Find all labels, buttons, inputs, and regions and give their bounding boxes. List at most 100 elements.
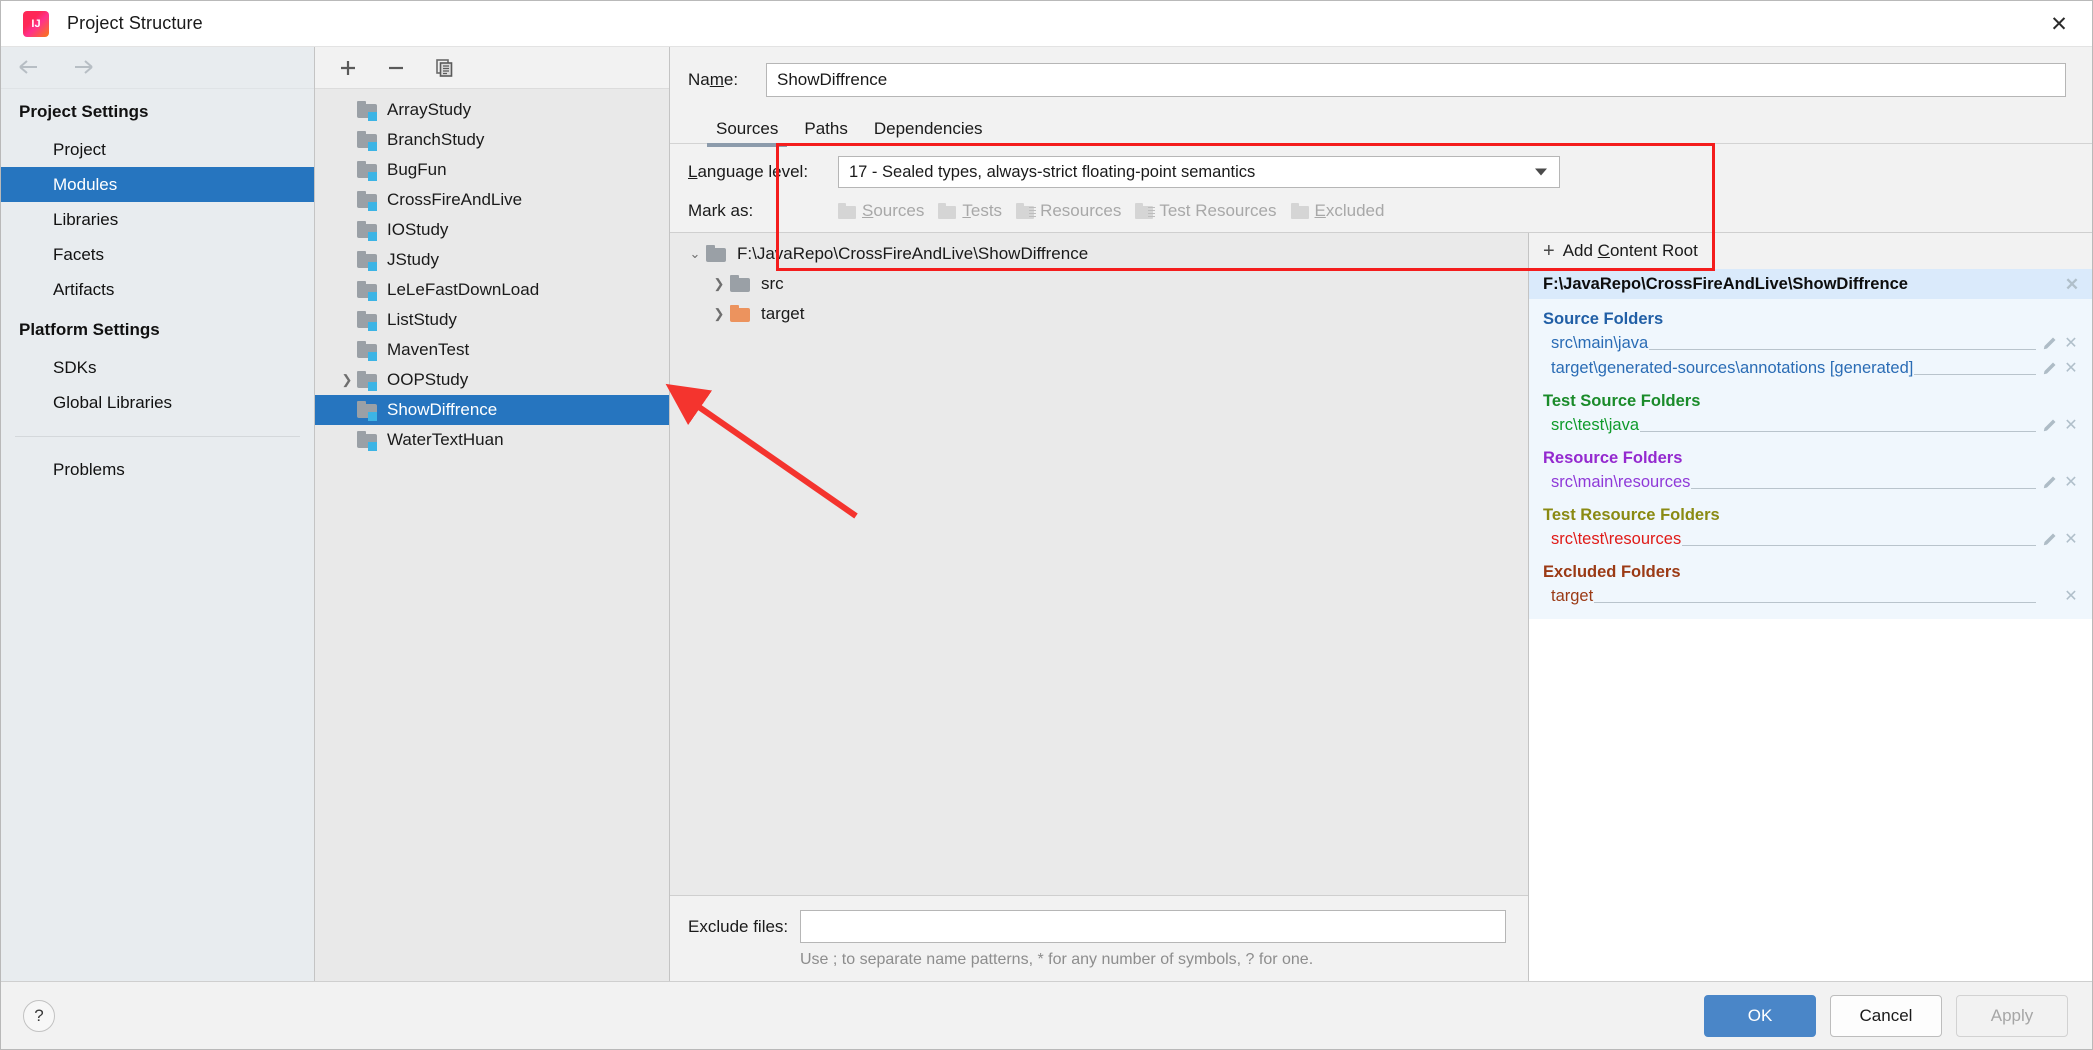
chevron-right-icon[interactable]: ❯: [337, 372, 357, 388]
pencil-icon[interactable]: [2038, 532, 2060, 547]
folder-excluded-icon: [730, 305, 752, 323]
cancel-button[interactable]: Cancel: [1830, 994, 1942, 1037]
sources-settings: Language level: 17 - Sealed types, alway…: [670, 144, 2092, 232]
tab-paths[interactable]: Paths: [791, 119, 860, 143]
folder-icon: [938, 202, 958, 220]
module-folder-icon: [357, 431, 379, 451]
list-item[interactable]: ❯ OOPStudy: [315, 365, 669, 395]
sidebar-navigation: [1, 47, 314, 89]
list-item[interactable]: CrossFireAndLive: [315, 185, 669, 215]
sidebar-item-artifacts[interactable]: Artifacts: [1, 272, 314, 307]
list-item[interactable]: LeLeFastDownLoad: [315, 275, 669, 305]
folder-path: src\test\java: [1551, 416, 1640, 434]
module-label: ListStudy: [387, 310, 457, 329]
close-icon[interactable]: ✕: [2060, 417, 2082, 434]
chevron-right-icon[interactable]: ❯: [708, 306, 730, 322]
sidebar-item-facets[interactable]: Facets: [1, 237, 314, 272]
mark-as-sources-button[interactable]: Sources: [838, 201, 924, 221]
mark-as-resources-button[interactable]: Resources: [1016, 201, 1121, 221]
module-label: WaterTextHuan: [387, 430, 504, 449]
help-button[interactable]: ?: [23, 999, 55, 1032]
close-icon[interactable]: ✕: [2060, 474, 2082, 491]
exclude-files-label: Exclude files:: [688, 916, 789, 936]
sidebar-item-modules[interactable]: Modules: [1, 167, 314, 202]
tab-dependencies[interactable]: Dependencies: [861, 119, 996, 143]
folder-tree-pane: ⌄ F:\JavaRepo\CrossFireAndLive\ShowDiffr…: [670, 233, 1529, 981]
sidebar-item-libraries[interactable]: Libraries: [1, 202, 314, 237]
mark-as-excluded-button[interactable]: Excluded: [1290, 201, 1385, 221]
module-label: BranchStudy: [387, 130, 485, 149]
close-icon[interactable]: ✕: [2060, 588, 2082, 605]
mark-as-test-resources-label: Test Resources: [1159, 201, 1277, 220]
sidebar-item-sdks[interactable]: SDKs: [1, 350, 314, 385]
close-icon[interactable]: ✕: [2026, 1, 2092, 47]
section-title-test-source-folders: Test Source Folders: [1543, 392, 1701, 410]
list-item[interactable]: BugFun: [315, 155, 669, 185]
close-icon[interactable]: ✕: [2060, 335, 2082, 352]
arrow-left-icon[interactable]: [17, 57, 43, 79]
add-content-root-button[interactable]: + Add Content Root: [1529, 233, 2092, 269]
list-item[interactable]: WaterTextHuan: [315, 425, 669, 455]
section-title-test-resource-folders: Test Resource Folders: [1543, 506, 1720, 524]
content-roots-empty-area: [1529, 619, 2092, 981]
close-icon[interactable]: ✕: [2060, 531, 2082, 548]
pencil-icon[interactable]: [2038, 475, 2060, 490]
content-root-entry[interactable]: src\test\java ✕: [1529, 413, 2092, 438]
content-root-entry[interactable]: src\main\resources ✕: [1529, 470, 2092, 495]
mark-as-excluded-label: Excluded: [1314, 201, 1385, 220]
list-item[interactable]: ListStudy: [315, 305, 669, 335]
module-folder-icon: [357, 191, 379, 211]
copy-icon[interactable]: [431, 55, 457, 81]
pencil-icon[interactable]: [2038, 336, 2060, 351]
pencil-icon[interactable]: [2038, 361, 2060, 376]
tree-label: F:\JavaRepo\CrossFireAndLive\ShowDiffren…: [737, 244, 1089, 263]
arrow-right-icon[interactable]: [69, 57, 95, 79]
mark-as-test-resources-button[interactable]: Test Resources: [1135, 201, 1277, 221]
sidebar-item-global-libraries[interactable]: Global Libraries: [1, 385, 314, 420]
group-title-platform-settings: Platform Settings: [19, 320, 160, 339]
list-item[interactable]: ArrayStudy: [315, 95, 669, 125]
minus-icon[interactable]: [383, 55, 409, 81]
chevron-down-icon[interactable]: ⌄: [684, 246, 706, 262]
content-root-entry[interactable]: src\main\java ✕: [1529, 331, 2092, 356]
tree-row[interactable]: ❯ src: [670, 269, 1528, 299]
content-root-entry[interactable]: target ✕: [1529, 584, 2092, 609]
list-item-selected[interactable]: ShowDiffrence: [315, 395, 669, 425]
content-root-entry[interactable]: target\generated-sources\annotations [ge…: [1529, 356, 2092, 381]
dotted-rule: [1594, 602, 2036, 603]
close-icon[interactable]: ✕: [2062, 276, 2082, 293]
folder-resources-icon: [1016, 202, 1037, 220]
list-item[interactable]: IOStudy: [315, 215, 669, 245]
ok-button[interactable]: OK: [1704, 994, 1816, 1037]
dotted-rule: [1682, 545, 2036, 546]
sidebar-item-problems[interactable]: Problems: [1, 452, 314, 487]
language-level-dropdown[interactable]: 17 - Sealed types, always-strict floatin…: [838, 156, 1560, 188]
apply-button[interactable]: Apply: [1956, 994, 2068, 1037]
module-label: OOPStudy: [387, 370, 469, 389]
content-root-entry[interactable]: src\test\resources ✕: [1529, 527, 2092, 552]
mark-as-label: Mark as:: [688, 201, 754, 220]
title-bar: Project Structure ✕: [1, 1, 2092, 47]
folder-path: src\main\resources: [1551, 473, 1691, 491]
sidebar-item-project[interactable]: Project: [1, 132, 314, 167]
sidebar-divider: [15, 436, 300, 437]
dialog-body: Project Settings Project Modules Librari…: [1, 47, 2092, 981]
plus-icon[interactable]: [335, 55, 361, 81]
chevron-right-icon[interactable]: ❯: [708, 276, 730, 292]
close-icon[interactable]: ✕: [2060, 360, 2082, 377]
list-item[interactable]: JStudy: [315, 245, 669, 275]
project-structure-dialog: Project Structure ✕ Project Settings Pro…: [0, 0, 2093, 1050]
module-folder-icon: [357, 371, 379, 391]
list-item[interactable]: MavenTest: [315, 335, 669, 365]
tab-sources[interactable]: Sources: [703, 119, 791, 147]
module-name-input[interactable]: [766, 63, 2066, 97]
language-level-label: Language level:: [688, 162, 809, 181]
mark-as-resources-label: Resources: [1040, 201, 1122, 220]
tree-row[interactable]: ⌄ F:\JavaRepo\CrossFireAndLive\ShowDiffr…: [670, 239, 1528, 269]
tree-label: target: [761, 304, 805, 323]
list-item[interactable]: BranchStudy: [315, 125, 669, 155]
pencil-icon[interactable]: [2038, 418, 2060, 433]
exclude-files-input[interactable]: [800, 910, 1506, 943]
mark-as-tests-button[interactable]: Tests: [938, 201, 1002, 221]
tree-row[interactable]: ❯ target: [670, 299, 1528, 329]
